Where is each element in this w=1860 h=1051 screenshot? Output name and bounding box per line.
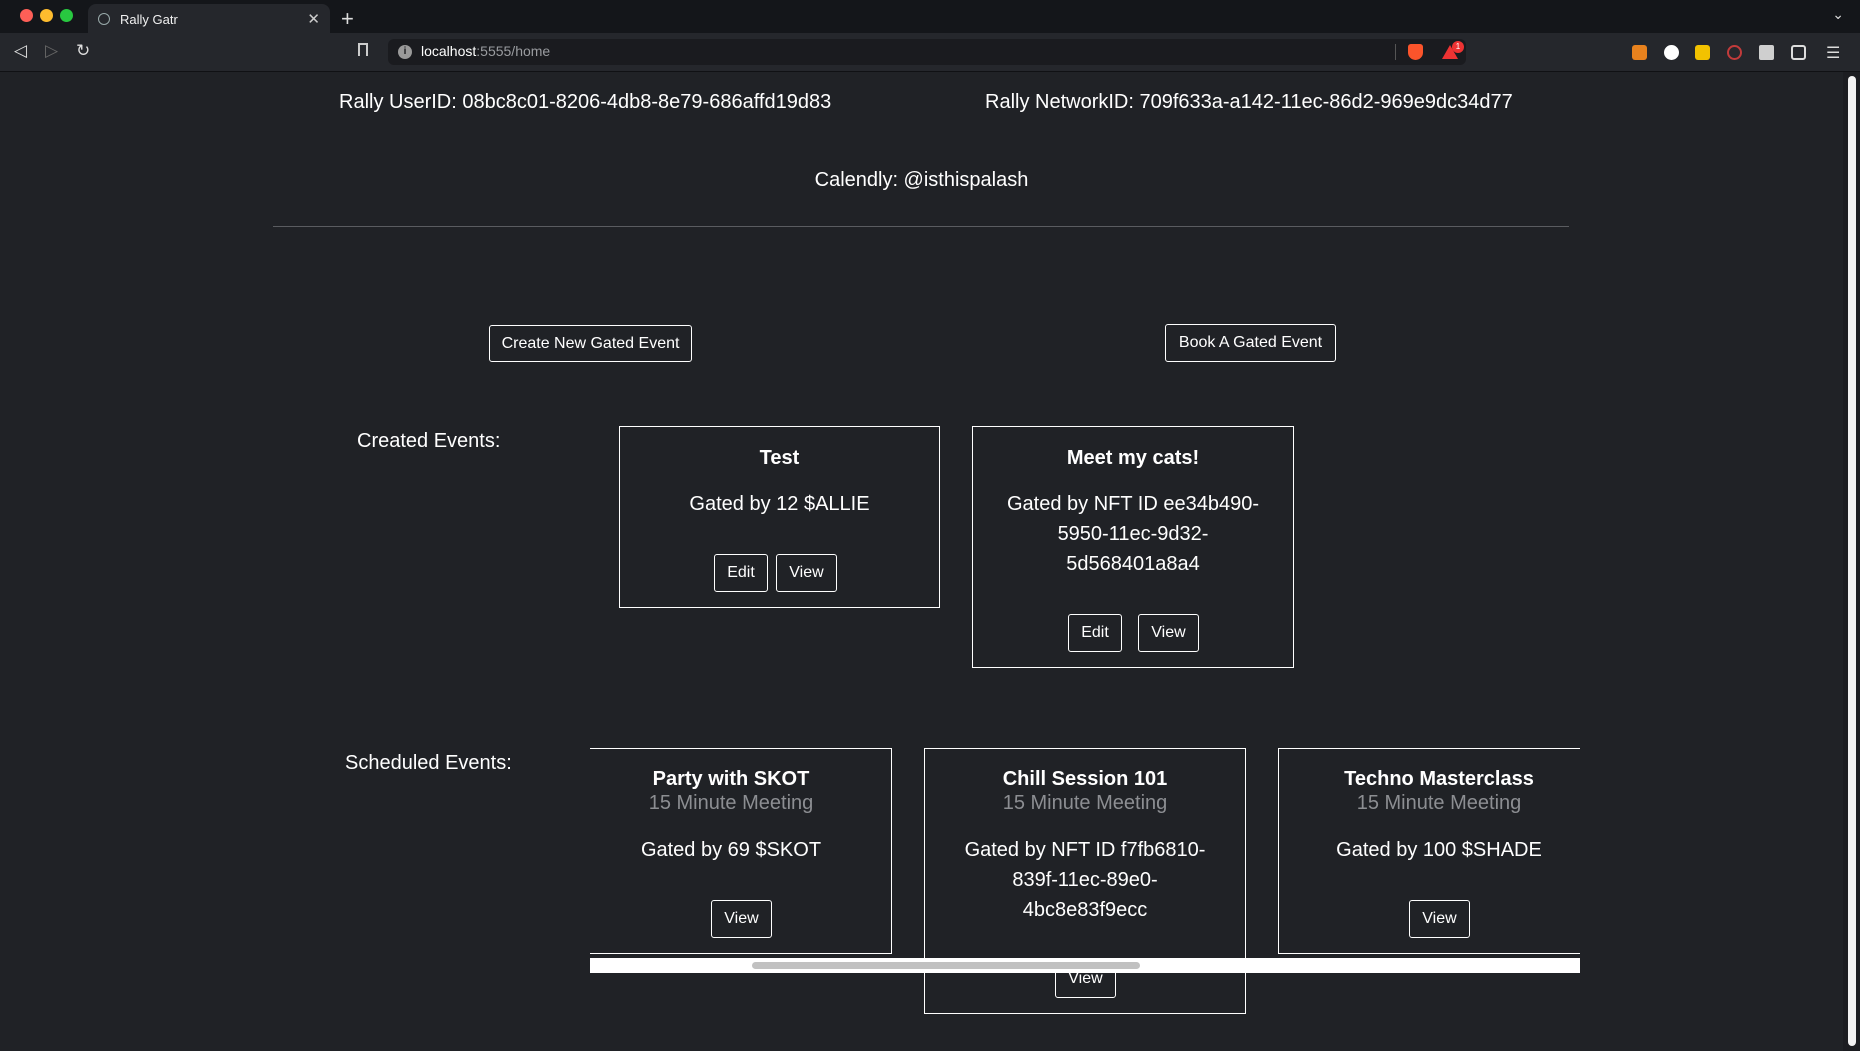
event-meeting-type: 15 Minute Meeting [1356, 792, 1522, 814]
view-event-button[interactable]: View [776, 554, 837, 592]
book-gated-event-button[interactable]: Book A Gated Event [1165, 324, 1336, 362]
vertical-scrollbar-thumb[interactable] [1848, 76, 1856, 1046]
view-event-button[interactable]: View [1138, 614, 1199, 652]
scheduled-events-label: Scheduled Events: [345, 752, 512, 774]
extension-red-icon[interactable] [1727, 45, 1742, 60]
event-gate: Gated by NFT ID ee34b490-5950-11ec-9d32-… [1007, 493, 1259, 575]
view-event-button[interactable]: View [1409, 900, 1470, 938]
brave-shields-icon[interactable] [1408, 44, 1423, 60]
event-gate: Gated by NFT ID f7fb6810-839f-11ec-89e0-… [964, 839, 1206, 921]
scheduled-event-card: Techno Masterclass 15 Minute Meeting Gat… [1278, 748, 1580, 954]
browser-title-bar: Rally Gatr ✕ + ⌄ [0, 0, 1860, 35]
vertical-scrollbar[interactable] [1843, 72, 1860, 1051]
view-event-button[interactable]: View [711, 900, 772, 938]
event-meeting-type: 15 Minute Meeting [648, 792, 814, 814]
new-tab-button[interactable]: + [341, 4, 354, 34]
created-event-card: Meet my cats! Gated by NFT ID ee34b490-5… [972, 426, 1294, 668]
address-bar-divider [1395, 44, 1396, 60]
scheduled-event-card: Chill Session 101 15 Minute Meeting Gate… [924, 748, 1246, 1014]
reload-button[interactable]: ↻ [76, 41, 90, 61]
event-title: Test [759, 447, 800, 469]
bookmark-icon[interactable] [358, 43, 368, 56]
browser-toolbar: ◁ ▷ ↻ i localhost:5555/home 1 ☰ [0, 33, 1860, 72]
calendly-handle: Calendly: @isthispalash [814, 169, 1029, 191]
horizontal-scrollbar[interactable] [590, 958, 1580, 973]
url-text[interactable]: localhost:5555/home [421, 43, 550, 59]
rally-network-id: Rally NetworkID: 709f633a-a142-11ec-86d2… [985, 91, 1513, 113]
create-gated-event-button[interactable]: Create New Gated Event [489, 325, 692, 362]
globe-icon [98, 13, 110, 25]
event-title: Party with SKOT [652, 768, 810, 790]
address-bar[interactable]: i localhost:5555/home 1 [388, 39, 1466, 65]
event-meeting-type: 15 Minute Meeting [1002, 792, 1168, 814]
browser-menu-icon[interactable]: ☰ [1826, 43, 1840, 63]
event-gate: Gated by 12 $ALLIE [689, 493, 870, 515]
forward-button[interactable]: ▷ [45, 41, 58, 61]
tab-list-chevron-icon[interactable]: ⌄ [1832, 6, 1844, 23]
event-gate: Gated by 100 $SHADE [1336, 839, 1542, 861]
back-button[interactable]: ◁ [14, 41, 27, 61]
close-window-button[interactable] [20, 9, 33, 22]
event-title: Techno Masterclass [1344, 768, 1534, 790]
metamask-extension-icon[interactable] [1632, 45, 1647, 60]
close-tab-icon[interactable]: ✕ [307, 4, 320, 35]
rally-user-id: Rally UserID: 08bc8c01-8206-4db8-8e79-68… [339, 91, 832, 113]
horizontal-scrollbar-thumb[interactable] [752, 962, 1140, 969]
browser-tab[interactable]: Rally Gatr ✕ [88, 4, 330, 35]
maximize-window-button[interactable] [60, 9, 73, 22]
created-event-card: Test Gated by 12 $ALLIE Edit View [619, 426, 940, 608]
scheduled-events-scroller[interactable]: Party with SKOT 15 Minute Meeting Gated … [590, 672, 1580, 1042]
extension-yellow-icon[interactable] [1695, 45, 1710, 60]
event-gate: Gated by 69 $SKOT [640, 839, 822, 861]
edit-event-button[interactable]: Edit [1068, 614, 1122, 652]
created-events-label: Created Events: [357, 430, 501, 452]
minimize-window-button[interactable] [40, 9, 53, 22]
rewards-badge: 1 [1452, 41, 1464, 53]
extension-circle-icon[interactable] [1664, 45, 1679, 60]
tab-title: Rally Gatr [120, 12, 178, 27]
scheduled-event-card: Party with SKOT 15 Minute Meeting Gated … [590, 748, 892, 954]
edit-event-button[interactable]: Edit [714, 554, 768, 592]
site-info-icon[interactable]: i [398, 45, 412, 59]
event-title: Chill Session 101 [1002, 768, 1168, 790]
extensions-puzzle-icon[interactable] [1759, 45, 1774, 60]
section-divider [273, 226, 1569, 227]
wallet-icon[interactable] [1791, 45, 1806, 60]
event-title: Meet my cats! [1066, 447, 1200, 469]
